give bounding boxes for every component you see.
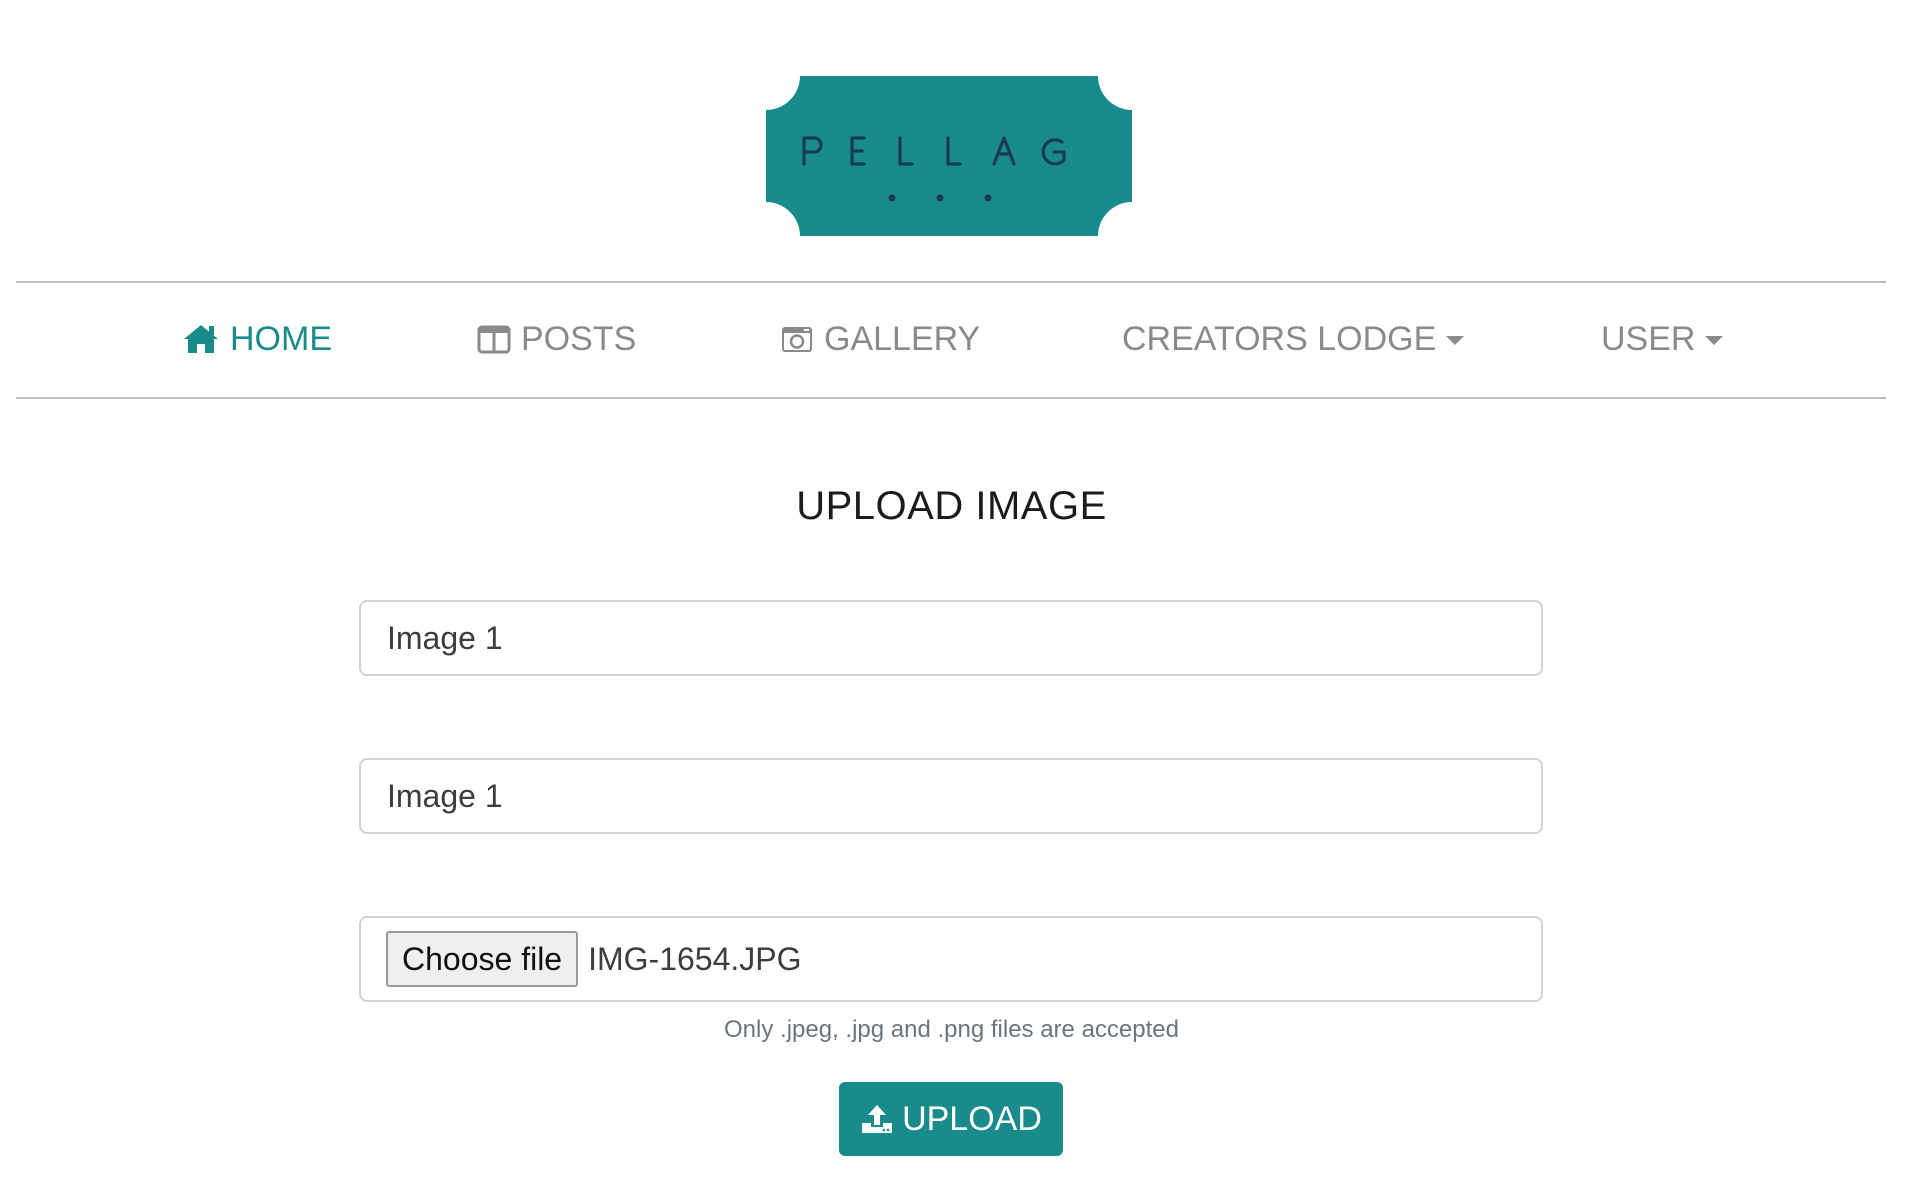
caret-down-icon [1446,335,1465,345]
columns-icon [477,324,511,354]
choose-file-button[interactable]: Choose file [386,931,579,987]
nav-item-posts[interactable]: POSTS [477,314,636,364]
page-title: UPLOAD IMAGE [796,484,1107,528]
selected-file-name: IMG-1654.JPG [588,940,802,977]
input-value: Image 1 [387,619,503,656]
nav-divider-bottom [16,397,1886,399]
nav-item-label: HOME [230,319,332,358]
nav-item-label: GALLERY [824,319,981,358]
nav-divider-top [16,281,1886,283]
nav-item-gallery[interactable]: GALLERY [780,314,980,364]
brand-logo[interactable] [766,76,1132,236]
nav-item-label: CREATORS LODGE [1122,319,1437,358]
file-input[interactable]: Choose file IMG-1654.JPG [359,916,1543,1002]
caret-down-icon [1705,335,1724,345]
image-description-input[interactable]: Image 1 [359,758,1543,834]
image-title-input[interactable]: Image 1 [359,600,1543,676]
nav-item-user[interactable]: USER [1601,314,1724,364]
nav-item-creators-lodge[interactable]: CREATORS LODGE [1122,314,1465,364]
file-help-text: Only .jpeg, .jpg and .png files are acce… [724,1016,1179,1043]
home-icon [182,322,220,356]
input-value: Image 1 [387,777,503,814]
upload-button-label: UPLOAD [902,1099,1042,1138]
nav-item-label: USER [1601,319,1696,358]
nav-item-home[interactable]: HOME [182,314,332,364]
upload-button[interactable]: UPLOAD [839,1082,1063,1156]
camera-icon [780,324,814,354]
page: HOME POSTS GALLERY CREATORS LODGE USER U… [0,0,1926,1198]
upload-icon [860,1103,894,1135]
nav-item-label: POSTS [521,319,637,358]
